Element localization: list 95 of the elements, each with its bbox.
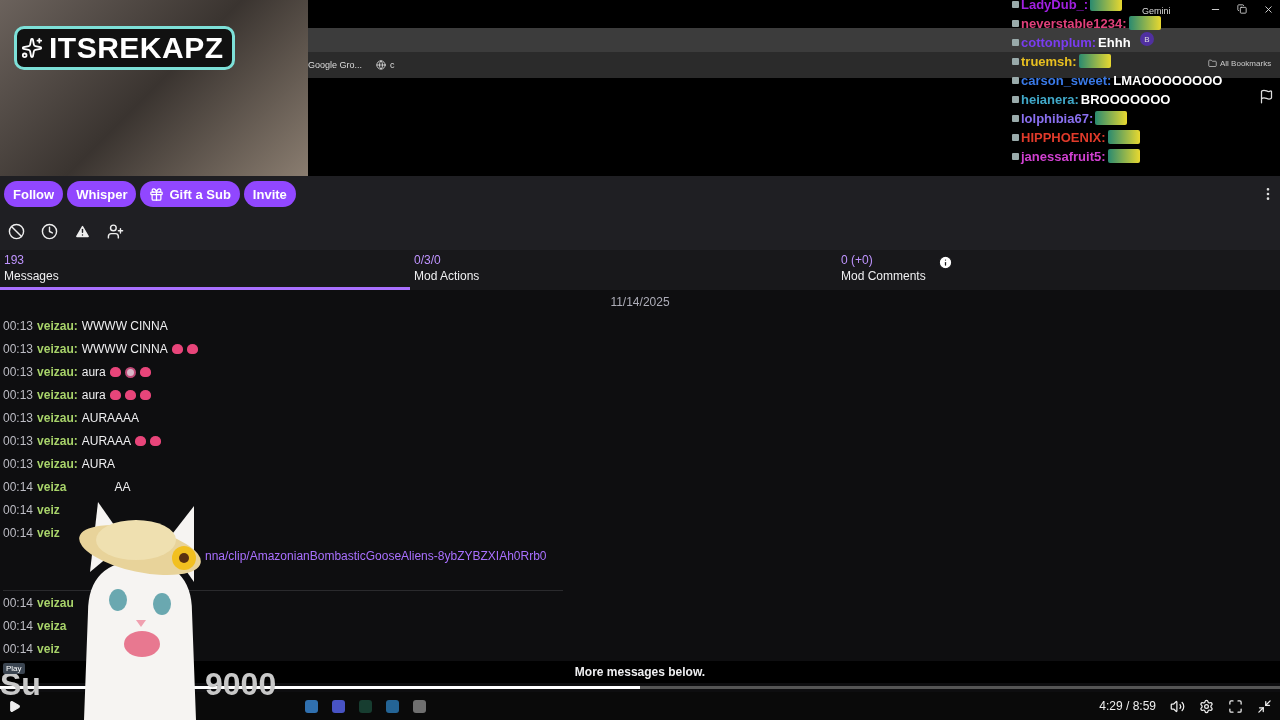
message-time: 00:14 (3, 526, 34, 541)
restore-icon[interactable] (1237, 4, 1247, 14)
exit-fullscreen-icon[interactable] (1257, 698, 1272, 714)
message-time: 00:13 (3, 365, 34, 380)
chat-username: heianera: (1021, 91, 1079, 107)
message-time: 00:13 (3, 411, 34, 426)
info-icon[interactable] (937, 254, 953, 270)
message-text: AURAAA (81, 434, 132, 449)
bookmark-item[interactable]: Google Gro... (308, 60, 363, 70)
chat-badge-icon (1012, 19, 1019, 27)
tab-label[interactable]: Gemini (1142, 6, 1171, 16)
emote-icon (1090, 0, 1123, 11)
action-button[interactable]: Whisper (67, 181, 137, 208)
chat-badge-icon (1012, 38, 1019, 46)
warning-icon[interactable] (74, 222, 91, 240)
app-icon[interactable] (413, 699, 426, 713)
action-button[interactable]: Follow (4, 181, 64, 208)
message-username: veizau: (37, 434, 78, 449)
all-bookmarks-button[interactable]: All Bookmarks (1208, 59, 1272, 68)
message-time: 00:14 (3, 642, 34, 657)
emote-icon (1107, 130, 1140, 144)
message-username: veiz (37, 642, 60, 657)
message-time: 00:14 (3, 619, 34, 634)
message-username: veiz (37, 526, 60, 541)
play-icon[interactable] (8, 699, 21, 713)
message-text: AA (114, 480, 131, 495)
message-time: 00:13 (3, 319, 34, 334)
chat-badge-icon (1012, 95, 1019, 103)
message-username: veizau (37, 596, 74, 611)
chat-badge-icon (1012, 57, 1019, 65)
message-username: veizau: (37, 411, 78, 426)
message-username: veizau: (37, 319, 78, 334)
close-icon[interactable] (1263, 4, 1274, 15)
chat-message: BROOOOOOO (1080, 91, 1171, 107)
emote-icon (1078, 54, 1111, 68)
app-icon[interactable] (386, 699, 399, 713)
message-time: 00:14 (3, 596, 34, 611)
message-username: veiza (37, 480, 67, 495)
globe-icon (376, 60, 387, 70)
gift-icon (149, 186, 165, 202)
theater-icon[interactable] (1228, 698, 1243, 714)
emote-icon (1128, 16, 1161, 30)
clock-icon[interactable] (41, 222, 58, 240)
chat-badge-icon (1012, 0, 1019, 8)
chat-username: carson_sweet: (1021, 72, 1112, 88)
chat-message: Ehhh (1098, 34, 1131, 50)
chat-username: janessafruit5: (1021, 148, 1106, 164)
app-icon[interactable] (332, 699, 345, 713)
tab[interactable]: 0 (+0) Mod Comments (837, 249, 930, 290)
ban-icon[interactable] (8, 222, 25, 240)
bookmark-item[interactable]: c (376, 60, 395, 70)
flag-icon[interactable] (1259, 89, 1274, 104)
message-username: veizau: (37, 365, 78, 380)
chat-badge-icon (1012, 152, 1019, 160)
message-username: veizau: (37, 342, 78, 357)
message-text: WWWW CINNA (81, 319, 168, 334)
chat-badge-icon (1012, 133, 1019, 141)
message-text: WWWW CINNA (81, 342, 168, 357)
message-time: 00:13 (3, 388, 34, 403)
message-time: 00:13 (3, 342, 34, 357)
tab[interactable]: 0/3/0 Mod Actions (410, 249, 837, 290)
chat-username: truemsh: (1021, 53, 1077, 69)
settings-icon[interactable] (1199, 698, 1214, 714)
message-time: 00:14 (3, 480, 34, 495)
playback-time: 4:29 / 8:59 (1099, 699, 1156, 714)
folder-icon (1208, 59, 1217, 68)
chat-message: LMAOOOOOOOO (1113, 72, 1223, 88)
stream-name-label: ITSREKAPZ (14, 26, 235, 70)
message-time: 00:13 (3, 434, 34, 449)
chat-username: LadyDub_: (1021, 0, 1089, 12)
chat-username: HIPPHOENIX: (1021, 129, 1106, 145)
chat-username: lolphibia67: (1021, 110, 1094, 126)
message-text: aura (81, 365, 106, 380)
message-text: aura (81, 388, 106, 403)
message-time: 00:13 (3, 457, 34, 472)
message-username: veiz (37, 503, 60, 518)
message-username: veizau: (37, 457, 78, 472)
message-username: veiza (37, 619, 67, 634)
action-button[interactable]: Invite (243, 181, 296, 208)
add-user-icon[interactable] (107, 222, 124, 240)
app-icon[interactable] (305, 699, 318, 713)
chat-username: neverstable1234: (1021, 15, 1127, 31)
clip-link[interactable]: nna/clip/AmazonianBombasticGooseAliens-8ybZYBZXIAh0Rrb0 (205, 548, 547, 563)
message-text: AURA (81, 457, 116, 472)
emote-icon (1095, 111, 1128, 125)
chat-badge-icon (1012, 76, 1019, 84)
message-username: veizau: (37, 388, 78, 403)
chat-username: cottonplum: (1021, 34, 1097, 50)
eye-icon (124, 366, 136, 378)
volume-icon[interactable] (1170, 698, 1185, 714)
action-button[interactable]: Gift a Sub (140, 181, 240, 208)
message-text: AURAAAA (81, 411, 140, 426)
chat-badge-icon (1012, 114, 1019, 122)
message-time: 00:14 (3, 503, 34, 518)
emote-icon (1107, 149, 1140, 163)
